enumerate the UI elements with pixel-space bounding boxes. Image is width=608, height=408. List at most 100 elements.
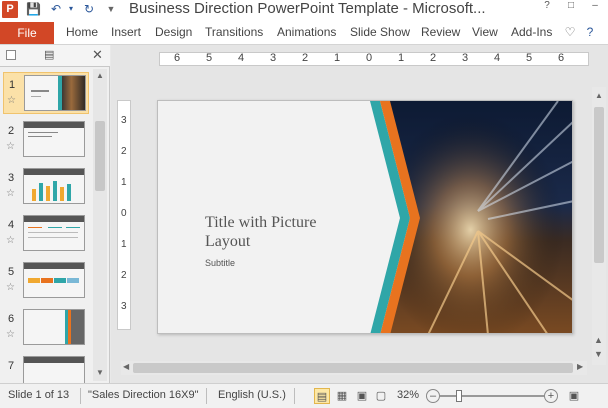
language[interactable]: English (U.S.) [218,389,286,401]
ruler-tick: 3 [121,115,127,126]
thumbnail-preview [23,356,85,383]
tab-add-ins[interactable]: Add-Ins [511,25,552,39]
ruler-tick: 6 [558,52,565,64]
slide-editor: 6 5 4 3 2 1 0 1 2 3 4 5 6 3 2 1 0 1 2 3 [111,45,608,383]
zoom-slider[interactable] [440,390,544,402]
next-slide-icon[interactable]: ▼ [594,349,603,359]
scroll-up-icon[interactable]: ▲ [96,71,104,80]
undo-dropdown-icon[interactable]: ▾ [64,2,78,16]
scroll-thumb[interactable] [133,363,573,373]
ruler-tick: 4 [494,52,501,64]
previous-slide-icon[interactable]: ▲ [594,335,603,345]
slide-number: 1 [9,79,16,91]
tab-review[interactable]: Review [421,25,460,39]
slides-tab-icon[interactable] [6,50,16,60]
thumbnail-preview [23,121,85,157]
restore-icon[interactable]: □ [560,0,582,14]
normal-view-icon[interactable]: ▤ [314,388,330,404]
slide-thumbnail-1[interactable]: 1 ☆ [3,72,89,114]
title-bar: P 💾 ↶ ▾ ↻ ▼ Business Direction PowerPoin… [0,0,608,20]
scroll-thumb[interactable] [95,121,105,191]
slide-thumbnail-6[interactable]: 6 ☆ [3,307,89,349]
pane-tabs: ▤ ✕ [0,45,110,67]
slide-thumbnail-4[interactable]: 4 ☆ [3,213,89,255]
slide-subtitle[interactable]: Subtitle [205,258,235,268]
slide-number: 7 [8,360,15,372]
thumbnail-preview [23,262,85,298]
tab-insert[interactable]: Insert [111,25,141,39]
scroll-down-icon[interactable]: ▼ [96,368,104,377]
thumbnail-preview [23,215,85,251]
slide-thumbnail-5[interactable]: 5 ☆ [3,260,89,302]
tab-slide-show[interactable]: Slide Show [350,25,410,39]
tab-home[interactable]: Home [66,25,98,39]
tab-animations[interactable]: Animations [277,25,336,39]
slide-thumbnail-7[interactable]: 7 [3,354,89,383]
zoom-in-icon[interactable]: + [544,389,558,403]
thumbnail-preview [23,309,85,345]
tab-transitions[interactable]: Transitions [205,25,263,39]
slide-number: 2 [8,125,15,137]
heart-icon[interactable]: ♡ [562,24,578,40]
save-icon[interactable]: 💾 [26,2,41,16]
editor-horizontal-scrollbar[interactable]: ◀ ▶ [121,361,587,375]
thumbnail-scrollbar[interactable]: ▲ ▼ [93,69,107,381]
redo-icon[interactable]: ↻ [82,2,96,16]
scroll-thumb[interactable] [594,107,604,263]
ruler-tick: 1 [121,177,127,188]
zoom-out-icon[interactable]: – [426,389,440,403]
window-title: Business Direction PowerPoint Template -… [129,0,486,17]
help-window-icon[interactable]: ? [536,0,558,14]
ruler-tick: 2 [121,270,127,281]
fit-to-window-icon[interactable]: ▣ [566,388,582,404]
slide-count: Slide 1 of 13 [8,389,70,401]
slide-sorter-icon[interactable]: ▦ [334,388,350,404]
file-tab[interactable]: File [0,22,54,44]
thumbnail-preview [23,168,85,204]
ruler-tick: 3 [121,301,127,312]
horizontal-ruler: 6 5 4 3 2 1 0 1 2 3 4 5 6 [159,52,589,66]
separator [80,388,81,404]
customize-qat-icon[interactable]: ▼ [104,2,118,16]
transition-star-icon: ☆ [6,282,15,293]
scroll-right-icon[interactable]: ▶ [577,362,583,371]
ruler-tick: 1 [398,52,405,64]
slide-canvas[interactable]: Title with Picture Layout Subtitle [157,100,573,334]
scroll-left-icon[interactable]: ◀ [123,362,129,371]
ruler-tick: 6 [174,52,181,64]
slide-thumbnail-pane: ▤ ✕ 1 ☆ 2 ☆ 3 ☆ 4 ☆ 5 ☆ 6 ☆ 7 ▲ ▼ [0,45,110,383]
close-pane-icon[interactable]: ✕ [92,47,103,63]
theme-name[interactable]: "Sales Direction 16X9" [88,389,199,401]
ruler-tick: 0 [121,208,127,219]
scroll-up-icon[interactable]: ▲ [595,91,603,100]
slide-thumbnail-3[interactable]: 3 ☆ [3,166,89,208]
editor-vertical-scrollbar[interactable]: ▲ ▲ ▼ [592,87,606,365]
slideshow-view-icon[interactable]: ▢ [373,388,389,404]
ruler-tick: 1 [334,52,341,64]
ruler-tick: 4 [238,52,245,64]
ruler-tick: 3 [270,52,277,64]
slide-number: 4 [8,219,15,231]
slide-number: 3 [8,172,15,184]
tab-design[interactable]: Design [155,25,192,39]
ruler-tick: 0 [366,52,373,64]
powerpoint-logo-icon[interactable]: P [2,1,18,18]
reading-view-icon[interactable]: ▣ [354,388,370,404]
transition-star-icon: ☆ [6,329,15,340]
ribbon-tabs: File Home Insert Design Transitions Anim… [0,20,608,45]
thumbnail-preview [24,75,86,111]
zoom-slider-knob[interactable] [456,390,462,402]
help-icon[interactable]: ? [582,24,598,40]
zoom-percent[interactable]: 32% [397,389,419,401]
separator [206,388,207,404]
ruler-tick: 2 [121,146,127,157]
slide-title[interactable]: Title with Picture Layout [205,213,355,251]
slide-thumbnail-2[interactable]: 2 ☆ [3,119,89,161]
separator [294,388,295,404]
tab-view[interactable]: View [472,25,498,39]
minimize-icon[interactable]: – [584,0,606,14]
transition-star-icon: ☆ [6,235,15,246]
outline-tab-icon[interactable]: ▤ [44,48,54,61]
undo-icon[interactable]: ↶ [49,2,63,16]
ruler-tick: 5 [206,52,213,64]
